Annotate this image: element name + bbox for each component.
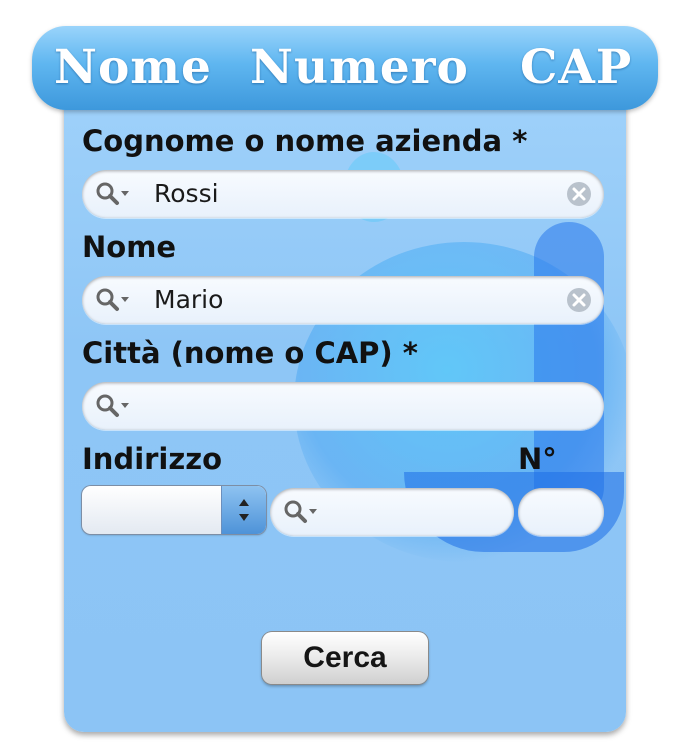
stepper-arrows-icon[interactable] <box>221 486 266 534</box>
search-icon <box>284 500 317 523</box>
tab-cap[interactable]: CAP <box>520 40 632 95</box>
nome-label: Nome <box>82 230 177 264</box>
nome-field[interactable]: Mario <box>82 276 604 324</box>
indirizzo-field[interactable] <box>270 488 514 536</box>
indirizzo-label: Indirizzo <box>82 442 223 476</box>
clear-icon[interactable] <box>566 181 592 207</box>
numero-field[interactable] <box>518 488 604 536</box>
search-icon <box>96 288 129 311</box>
cognome-label: Cognome o nome azienda * <box>82 124 528 158</box>
search-icon <box>96 182 129 205</box>
tab-nome[interactable]: Nome <box>54 40 212 95</box>
numero-label: N° <box>518 442 557 476</box>
cognome-value: Rossi <box>154 179 219 208</box>
tab-numero[interactable]: Numero <box>250 40 469 95</box>
tab-bar: Nome Numero CAP <box>32 26 658 110</box>
search-icon <box>96 394 129 417</box>
cognome-field[interactable]: Rossi <box>82 170 604 218</box>
clear-icon[interactable] <box>566 287 592 313</box>
nome-value: Mario <box>154 285 224 314</box>
search-button[interactable]: Cerca <box>262 632 428 684</box>
address-type-select[interactable] <box>82 486 266 534</box>
citta-label: Città (nome o CAP) * <box>82 336 418 370</box>
citta-field[interactable] <box>82 382 604 430</box>
